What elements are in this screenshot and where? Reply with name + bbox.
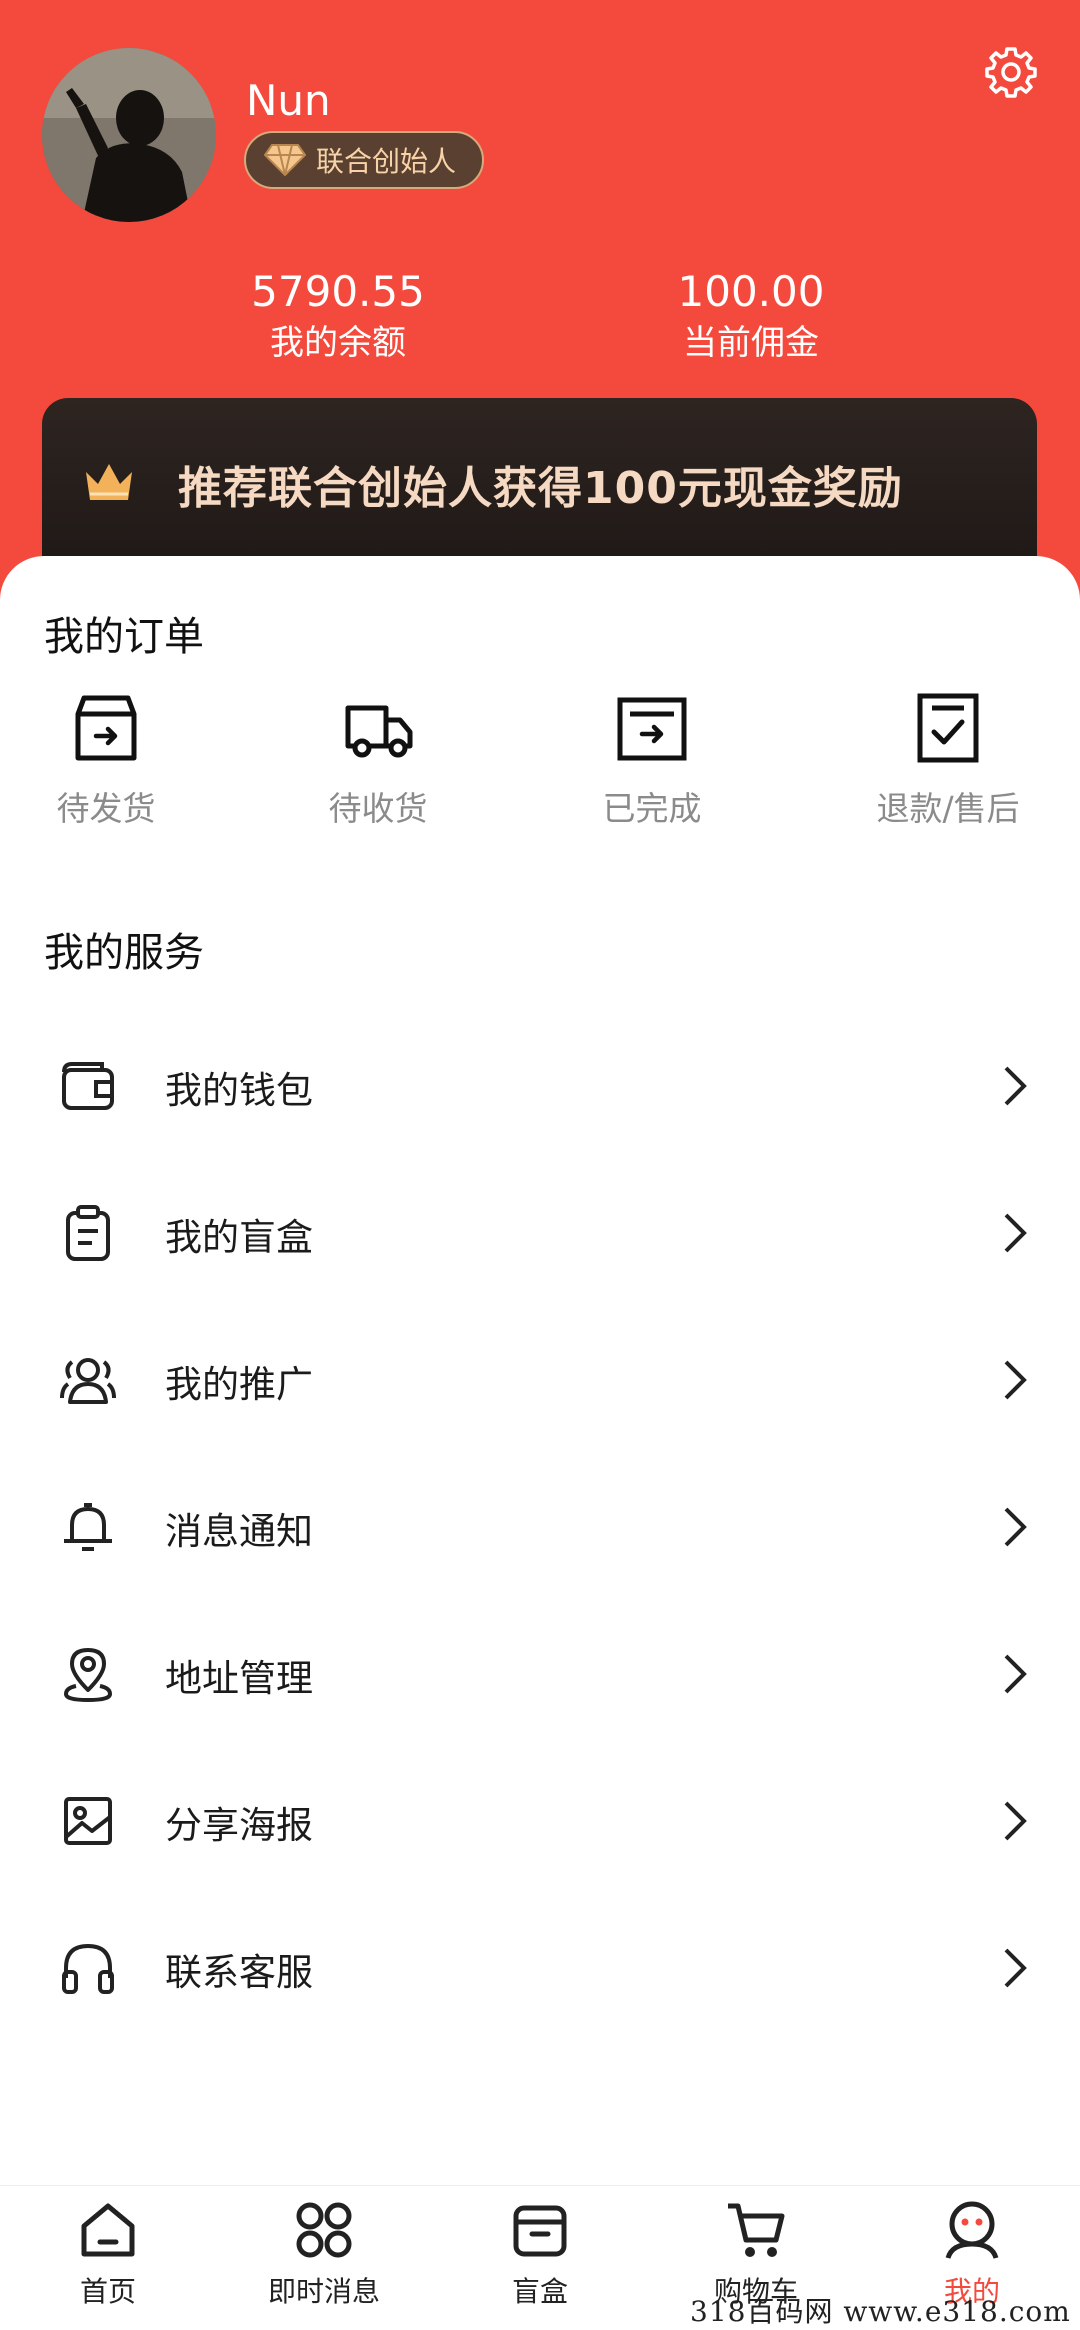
order-label: 退款/售后 [876, 789, 1020, 828]
box-icon [513, 2205, 567, 2257]
service-label: 消息通知 [165, 1510, 313, 1553]
chevron-right-icon [1004, 1654, 1027, 1694]
image-icon [64, 1797, 112, 1845]
chevron-right-icon [1004, 1801, 1027, 1841]
order-refund[interactable]: 退款/售后 [838, 690, 1058, 830]
tab-blindbox[interactable]: 盲盒 [460, 2198, 620, 2310]
profile-header: Nun 联合创始人 5790.55 我的余额 100.00 当前佣金 推荐联合创… [0, 0, 1080, 640]
home-icon [81, 2203, 135, 2257]
location-pin-icon [63, 1648, 113, 1703]
orders-title: 我的订单 [44, 614, 204, 660]
service-item-wallet[interactable]: 我的钱包 [0, 1036, 1080, 1136]
service-item-notifications[interactable]: 消息通知 [0, 1477, 1080, 1577]
tab-home[interactable]: 首页 [28, 2198, 188, 2310]
chevron-right-icon [1004, 1213, 1027, 1253]
service-item-address[interactable]: 地址管理 [0, 1624, 1080, 1724]
chevron-right-icon [1004, 1507, 1027, 1547]
order-completed[interactable]: 已完成 [542, 690, 762, 830]
tab-label: 即时消息 [267, 2275, 380, 2308]
service-label: 我的推广 [165, 1363, 313, 1406]
order-label: 待发货 [56, 789, 156, 828]
clipboard-icon [66, 1205, 110, 1261]
commission-value: 100.00 [677, 267, 825, 316]
crown-icon [86, 464, 132, 500]
order-label: 已完成 [602, 789, 702, 828]
services-title: 我的服务 [44, 930, 204, 976]
balance-stat[interactable]: 5790.55 我的余额 [188, 266, 488, 366]
tray-arrow-icon [617, 697, 687, 761]
chevron-right-icon [1004, 1360, 1027, 1400]
order-label: 待收货 [328, 789, 428, 828]
service-label: 分享海报 [165, 1804, 313, 1847]
service-item-poster[interactable]: 分享海报 [0, 1771, 1080, 1871]
service-label: 我的钱包 [165, 1069, 313, 1112]
chevron-right-icon [1004, 1948, 1027, 1988]
balance-value: 5790.55 [251, 267, 425, 316]
service-item-promotion[interactable]: 我的推广 [0, 1330, 1080, 1430]
balance-label: 我的余额 [270, 323, 406, 363]
username: Nun [246, 76, 331, 125]
headphones-icon [62, 1943, 114, 1994]
badge-label: 联合创始人 [316, 145, 457, 178]
profile-icon [945, 2201, 999, 2259]
service-label: 地址管理 [165, 1657, 313, 1700]
bell-icon [64, 1503, 112, 1551]
service-label: 联系客服 [165, 1951, 313, 1994]
truck-icon [345, 705, 413, 758]
tab-label: 首页 [79, 2275, 136, 2308]
avatar[interactable] [42, 48, 216, 222]
watermark: 318百码网 www.e318.com [690, 2295, 1071, 2328]
order-shortcuts: 待发货 待收货 已完成 退款/售后 [0, 690, 1080, 840]
service-label: 我的盲盒 [165, 1216, 313, 1259]
check-doc-icon [917, 693, 979, 763]
gear-icon[interactable] [985, 46, 1037, 98]
users-icon [60, 1358, 116, 1404]
service-item-blindbox[interactable]: 我的盲盒 [0, 1183, 1080, 1283]
tab-messages[interactable]: 即时消息 [244, 2198, 404, 2310]
wallet-icon [62, 1062, 114, 1110]
tab-label: 盲盒 [511, 2275, 568, 2308]
cart-icon [728, 2203, 785, 2257]
grid-icon [296, 2202, 352, 2258]
commission-stat[interactable]: 100.00 当前佣金 [601, 266, 901, 366]
diamond-icon [264, 144, 306, 177]
order-pending-receipt[interactable]: 待收货 [268, 690, 488, 830]
box-arrow-icon [75, 695, 137, 761]
chevron-right-icon [1004, 1066, 1027, 1106]
order-pending-shipment[interactable]: 待发货 [0, 690, 216, 830]
commission-label: 当前佣金 [683, 323, 819, 363]
founder-badge: 联合创始人 [244, 131, 484, 189]
promo-text: 推荐联合创始人获得100元现金奖励 [178, 463, 903, 514]
service-item-customer-service[interactable]: 联系客服 [0, 1918, 1080, 2018]
